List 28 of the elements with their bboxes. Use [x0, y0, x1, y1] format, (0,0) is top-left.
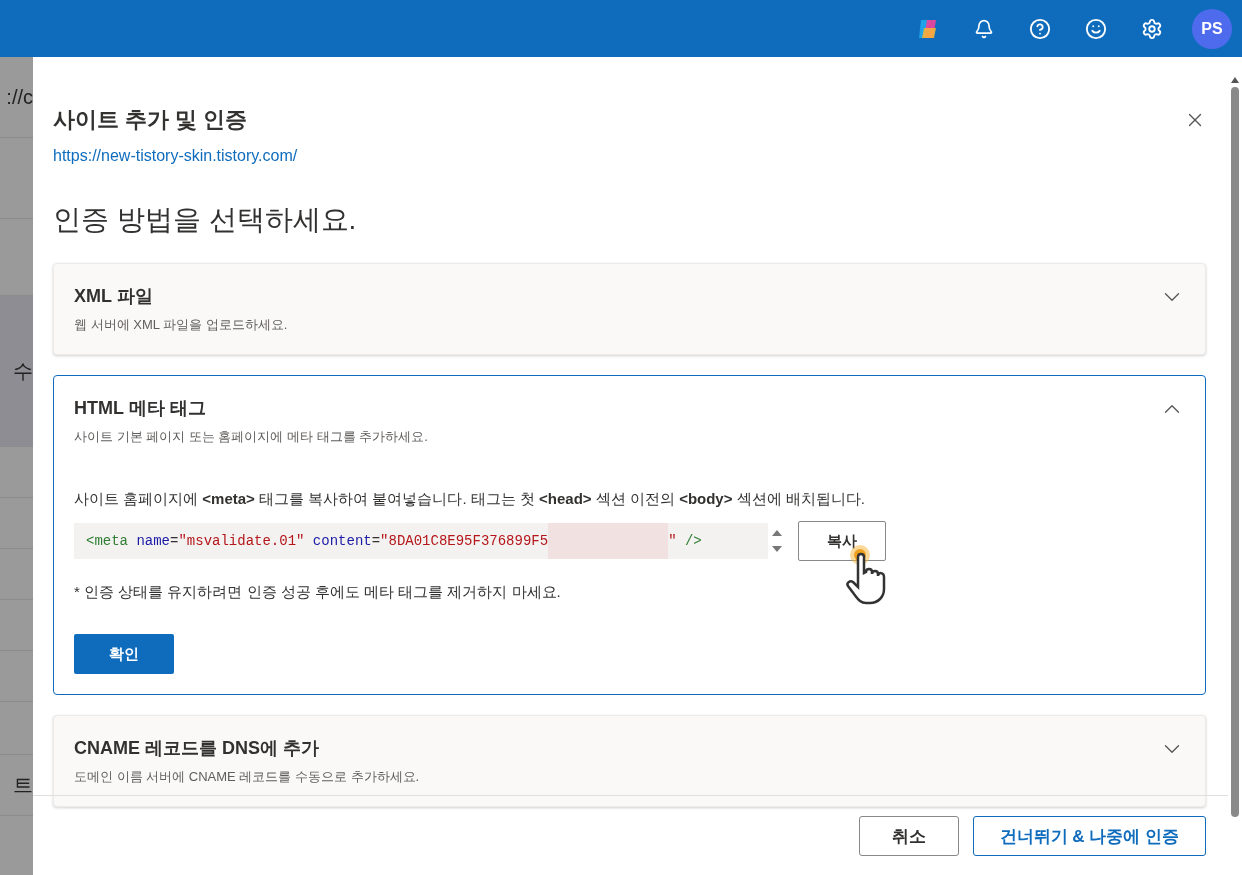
dialog-title: 사이트 추가 및 인증 [53, 106, 248, 134]
background-text: 수 [0, 296, 33, 447]
scrollbar-thumb[interactable] [1231, 87, 1239, 817]
note-text: * 인증 상태를 유지하려면 인증 성공 후에도 메타 태그를 제거하지 마세요. [74, 583, 562, 602]
cancel-button[interactable]: 취소 [858, 816, 959, 856]
section-heading: 인증 방법을 선택하세요. [53, 203, 358, 237]
method-title: HTML 메타 태그 [74, 397, 207, 420]
method-title: XML 파일 [74, 285, 154, 308]
method-card[interactable] [53, 375, 1206, 695]
method-title: CNAME 레코드를 DNS에 추가 [74, 737, 320, 760]
method-description: 사이트 기본 페이지 또는 홈페이지에 메타 태그를 추가하세요. [74, 428, 428, 446]
scroll-up-icon[interactable] [1231, 77, 1239, 83]
copy-button[interactable]: 복사 [798, 521, 886, 561]
method-card[interactable]: XML 파일 웹 서버에 XML 파일을 업로드하세요. [53, 263, 1206, 355]
spin-arrows-icon[interactable] [772, 528, 782, 554]
settings-icon[interactable] [1141, 17, 1163, 40]
help-icon[interactable] [1029, 17, 1051, 40]
meta-tag-code-field[interactable]: <meta name="msvalidate.01" content="8DA01C8E95F376899F5 " /> [74, 523, 768, 559]
confirm-button[interactable]: 확인 [74, 634, 174, 674]
method-card[interactable]: CNAME 레코드를 DNS에 추가 도메인 이름 서버에 CNAME 레코드를 수동으로 추가하세요. [53, 715, 1206, 807]
method-description: 도메인 이름 서버에 CNAME 레코드를 수동으로 추가하세요. [74, 768, 420, 786]
skip-verify-later-button[interactable]: 건너뛰기 & 나중에 인증 [972, 816, 1206, 856]
user-avatar[interactable]: PS [1192, 8, 1232, 49]
site-url-link[interactable]: https://new-tistory-skin.tistory.com/ [53, 147, 298, 165]
instruction-text: 사이트 홈페이지에 <meta> 태그를 복사하여 붙여넣습니다. 태그는 첫 <head> 섹션 이전의 <body> 섹션에 배치됩니다. [74, 490, 866, 509]
smiley-icon[interactable] [1085, 17, 1107, 40]
method-description: 웹 서버에 XML 파일을 업로드하세요. [74, 316, 288, 334]
notification-bell-icon[interactable] [974, 18, 994, 39]
